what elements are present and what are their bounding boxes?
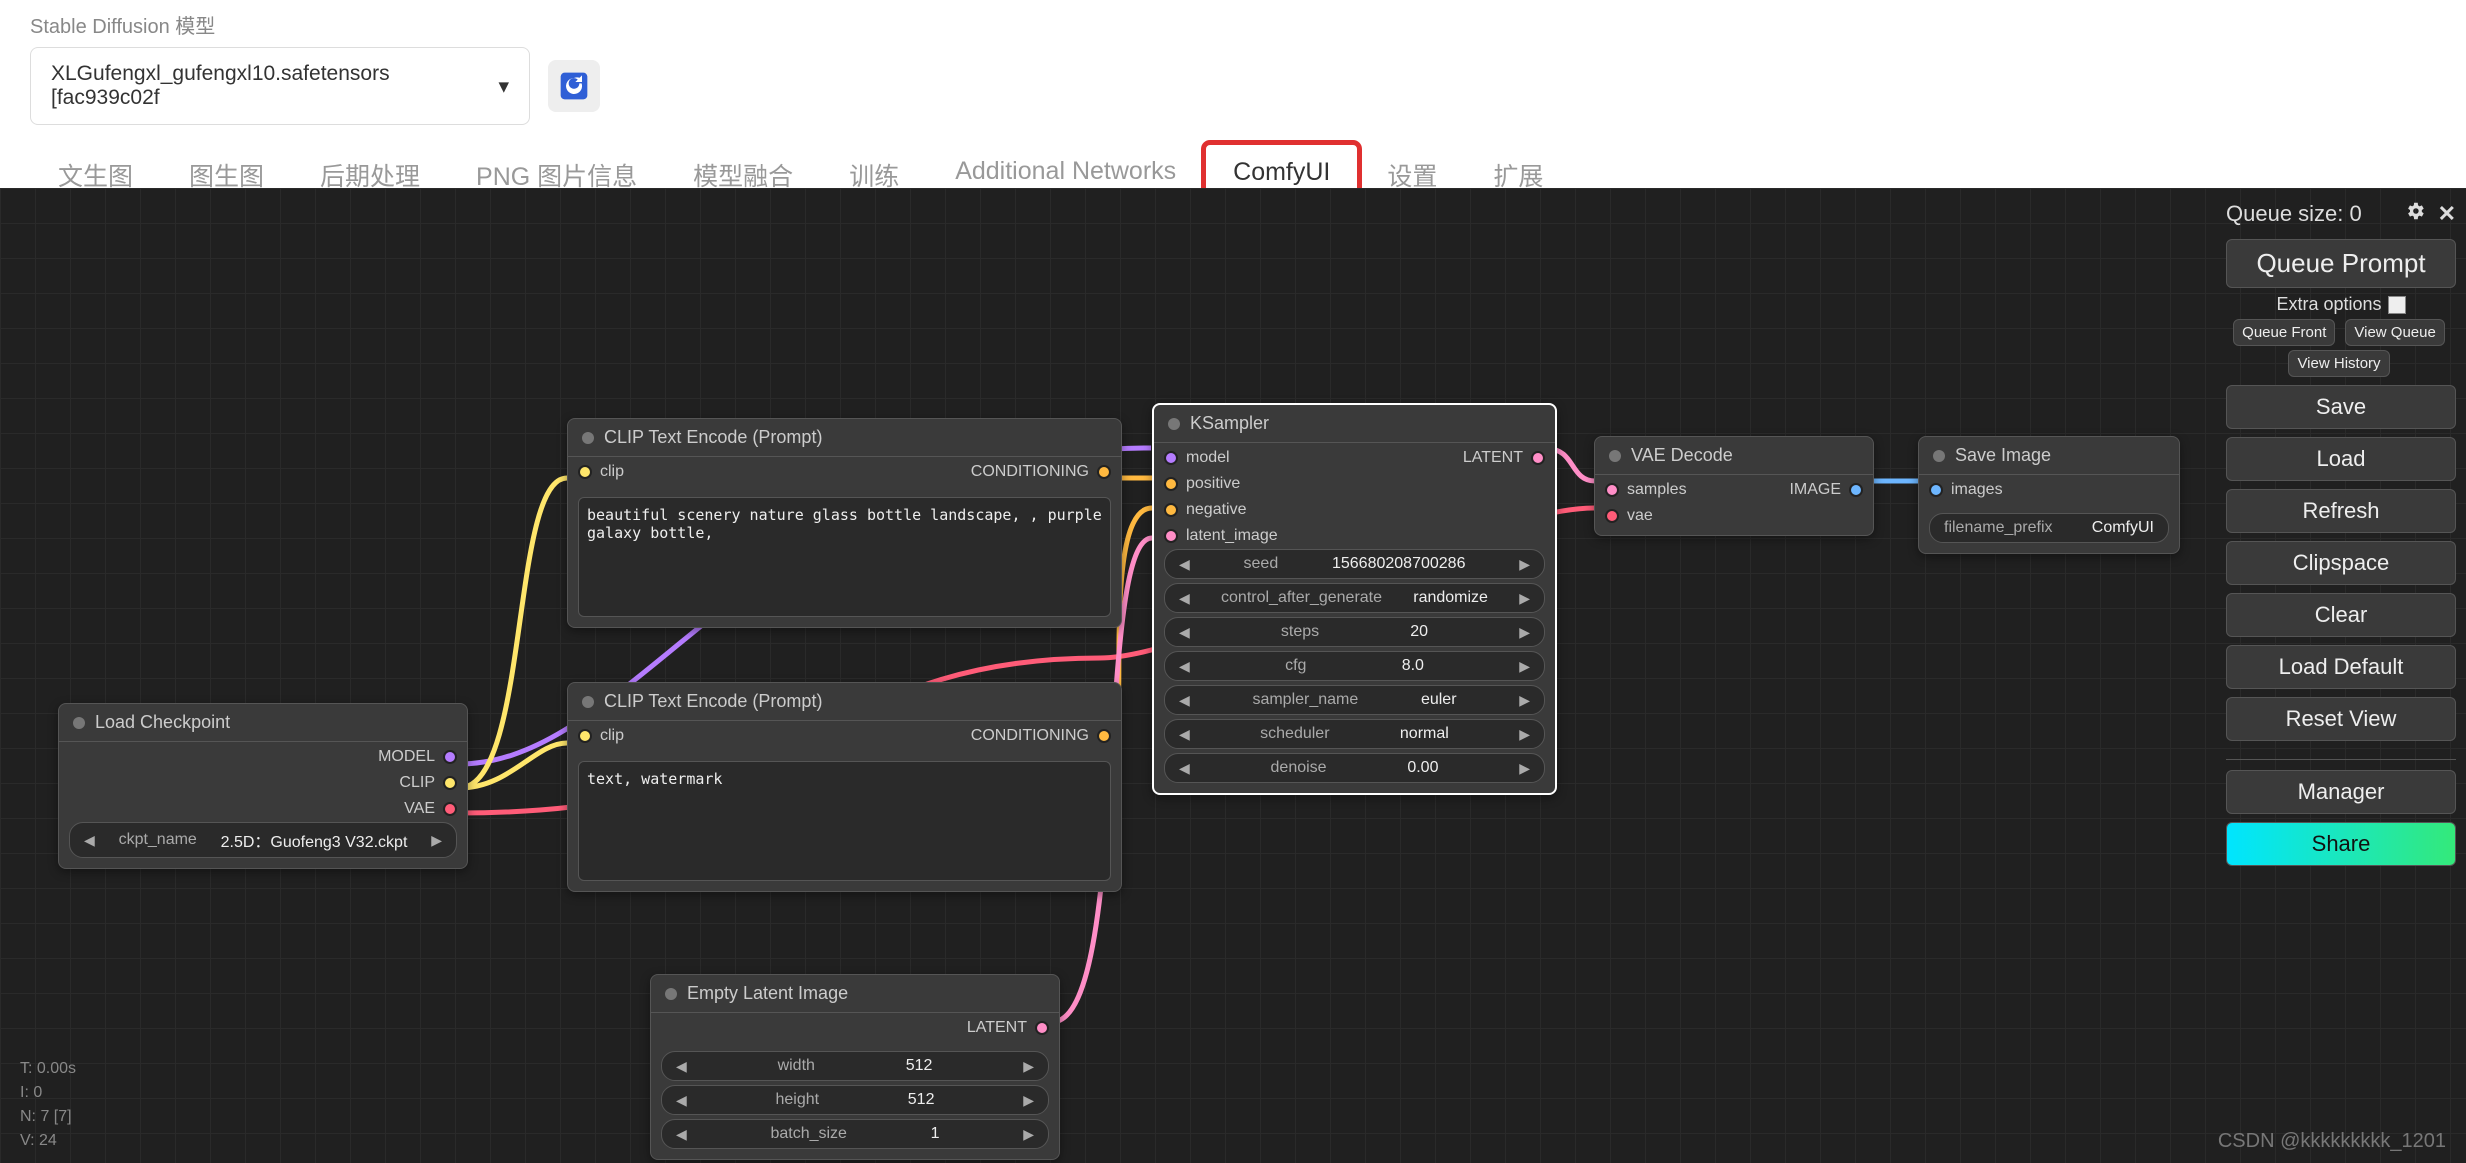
node-title: CLIP Text Encode (Prompt): [604, 691, 822, 712]
app-header: Stable Diffusion 模型 XLGufengxl_gufengxl1…: [0, 0, 2466, 207]
port-image-out[interactable]: [1849, 483, 1863, 497]
refresh-icon: [558, 70, 590, 102]
node-title: KSampler: [1190, 413, 1269, 434]
port-positive-in[interactable]: [1164, 477, 1178, 491]
port-conditioning[interactable]: [1097, 465, 1111, 479]
gear-icon[interactable]: [2404, 200, 2426, 227]
node-title: Save Image: [1955, 445, 2051, 466]
widget-scheduler[interactable]: ◀schedulernormal▶: [1164, 719, 1545, 749]
port-model[interactable]: [443, 750, 457, 764]
node-vae-decode[interactable]: VAE Decode samples vae IMAGE: [1594, 436, 1874, 536]
port-latent[interactable]: [1035, 1021, 1049, 1035]
port-clip-in[interactable]: [578, 729, 592, 743]
node-title: VAE Decode: [1631, 445, 1733, 466]
node-empty-latent[interactable]: Empty Latent Image LATENT ◀width512▶◀hei…: [650, 974, 1060, 1160]
node-ksampler[interactable]: KSampler model positive negative latent_…: [1152, 403, 1557, 795]
node-load-checkpoint[interactable]: Load Checkpoint MODEL CLIP VAE ◀ckpt_nam…: [58, 703, 468, 869]
widget-cfg[interactable]: ◀cfg8.0▶: [1164, 651, 1545, 681]
comfyui-canvas[interactable]: Load Checkpoint MODEL CLIP VAE ◀ckpt_nam…: [0, 188, 2466, 1163]
port-vae[interactable]: [443, 802, 457, 816]
port-latent-in[interactable]: [1164, 529, 1178, 543]
widget-denoise[interactable]: ◀denoise0.00▶: [1164, 753, 1545, 783]
port-vae-in[interactable]: [1605, 509, 1619, 523]
node-title: Empty Latent Image: [687, 983, 848, 1004]
node-clip-positive[interactable]: CLIP Text Encode (Prompt) clip CONDITION…: [567, 418, 1122, 628]
widget-filename-prefix[interactable]: filename_prefix ComfyUI: [1929, 513, 2169, 543]
control-panel: Queue size: 0 ✕ Queue Prompt Extra optio…: [2216, 188, 2466, 874]
port-model-in[interactable]: [1164, 451, 1178, 465]
stats-overlay: T: 0.00s I: 0 N: 7 [7] V: 24: [20, 1057, 76, 1153]
manager-button[interactable]: Manager: [2226, 770, 2456, 814]
model-row: XLGufengxl_gufengxl10.safetensors [fac93…: [30, 47, 2436, 125]
prompt-textarea[interactable]: beautiful scenery nature glass bottle la…: [578, 497, 1111, 617]
port-samples-in[interactable]: [1605, 483, 1619, 497]
extra-options-label: Extra options: [2276, 294, 2381, 315]
widget-steps[interactable]: ◀steps20▶: [1164, 617, 1545, 647]
port-clip-in[interactable]: [578, 465, 592, 479]
port-images-in[interactable]: [1929, 483, 1943, 497]
port-latent-out[interactable]: [1531, 451, 1545, 465]
node-clip-negative[interactable]: CLIP Text Encode (Prompt) clip CONDITION…: [567, 682, 1122, 892]
watermark: CSDN @kkkkkkkkk_1201: [2218, 1130, 2446, 1153]
queue-prompt-button[interactable]: Queue Prompt: [2226, 239, 2456, 288]
port-negative-in[interactable]: [1164, 503, 1178, 517]
save-button[interactable]: Save: [2226, 385, 2456, 429]
port-clip[interactable]: [443, 776, 457, 790]
widget-height[interactable]: ◀height512▶: [661, 1085, 1049, 1115]
refresh-model-button[interactable]: [548, 60, 600, 112]
load-button[interactable]: Load: [2226, 437, 2456, 481]
negative-prompt-textarea[interactable]: text, watermark: [578, 761, 1111, 881]
queue-front-button[interactable]: Queue Front: [2233, 319, 2335, 346]
queue-size-label: Queue size: 0: [2226, 201, 2362, 227]
node-save-image[interactable]: Save Image images filename_prefix ComfyU…: [1918, 436, 2180, 554]
widget-ckpt-name[interactable]: ◀ckpt_name 2.5D：Guofeng3 V32.ckpt▶: [69, 822, 457, 858]
load-default-button[interactable]: Load Default: [2226, 645, 2456, 689]
view-queue-button[interactable]: View Queue: [2345, 319, 2444, 346]
widget-width[interactable]: ◀width512▶: [661, 1051, 1049, 1081]
chevron-down-icon: ▾: [498, 74, 509, 99]
reset-view-button[interactable]: Reset View: [2226, 697, 2456, 741]
clipspace-button[interactable]: Clipspace: [2226, 541, 2456, 585]
divider: [2226, 759, 2456, 760]
extra-options-checkbox[interactable]: [2388, 296, 2406, 314]
model-label: Stable Diffusion 模型: [30, 10, 2436, 39]
widget-seed[interactable]: ◀seed156680208700286▶: [1164, 549, 1545, 579]
widget-sampler_name[interactable]: ◀sampler_nameeuler▶: [1164, 685, 1545, 715]
model-select[interactable]: XLGufengxl_gufengxl10.safetensors [fac93…: [30, 47, 530, 125]
widget-control_after_generate[interactable]: ◀control_after_generaterandomize▶: [1164, 583, 1545, 613]
model-value: XLGufengxl_gufengxl10.safetensors [fac93…: [51, 62, 498, 110]
node-title: CLIP Text Encode (Prompt): [604, 427, 822, 448]
widget-batch_size[interactable]: ◀batch_size1▶: [661, 1119, 1049, 1149]
refresh-button[interactable]: Refresh: [2226, 489, 2456, 533]
clear-button[interactable]: Clear: [2226, 593, 2456, 637]
port-conditioning[interactable]: [1097, 729, 1111, 743]
close-icon[interactable]: ✕: [2438, 201, 2456, 227]
view-history-button[interactable]: View History: [2288, 350, 2389, 377]
share-button[interactable]: Share: [2226, 822, 2456, 866]
node-title: Load Checkpoint: [95, 712, 230, 733]
